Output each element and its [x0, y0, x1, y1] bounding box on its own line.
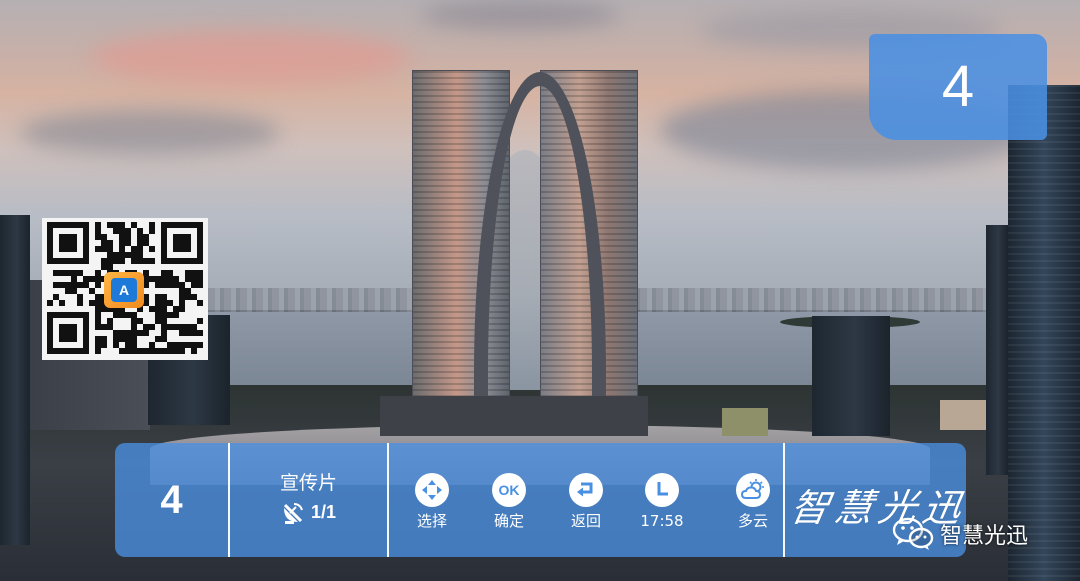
- program-info: 宣传片 1/1: [230, 471, 387, 525]
- key-hint-back: 返回: [551, 473, 621, 530]
- current-time: 17:58: [640, 512, 684, 530]
- direction-pad-icon: [415, 473, 449, 507]
- watermark: 智慧光迅: [892, 514, 1028, 554]
- qr-logo-icon: A: [104, 272, 144, 308]
- weather-display: 多云: [718, 473, 788, 530]
- divider: [783, 443, 785, 557]
- remote-key-hints: 选择 OK 确定 返回 17:58 多云: [389, 443, 783, 557]
- program-page-counter: 1/1: [310, 501, 337, 522]
- channel-number-indicator: 4: [869, 34, 1047, 140]
- key-hint-confirm: OK 确定: [474, 473, 544, 530]
- channel-number: 4: [941, 54, 975, 119]
- key-hint-confirm-label: 确定: [493, 512, 524, 530]
- return-icon: [569, 473, 603, 507]
- program-title: 宣传片: [279, 472, 337, 494]
- watermark-text: 智慧光迅: [940, 524, 1029, 549]
- key-hint-select: 选择: [397, 473, 467, 530]
- key-hint-back-label: 返回: [570, 512, 601, 530]
- time-display: 17:58: [627, 473, 697, 530]
- wechat-icon: [892, 517, 934, 550]
- info-bar-channel-number: 4: [160, 477, 183, 522]
- ok-icon: OK: [492, 473, 526, 507]
- clock-icon: [645, 473, 679, 507]
- satellite-dish-icon: [283, 503, 303, 524]
- info-bar: 4 宣传片 1/1 选择 OK 确定 返回 17:58 多云 智慧光迅: [115, 443, 971, 557]
- weather-label: 多云: [737, 512, 768, 530]
- key-hint-select-label: 选择: [416, 512, 447, 530]
- cloudy-weather-icon: [736, 473, 770, 507]
